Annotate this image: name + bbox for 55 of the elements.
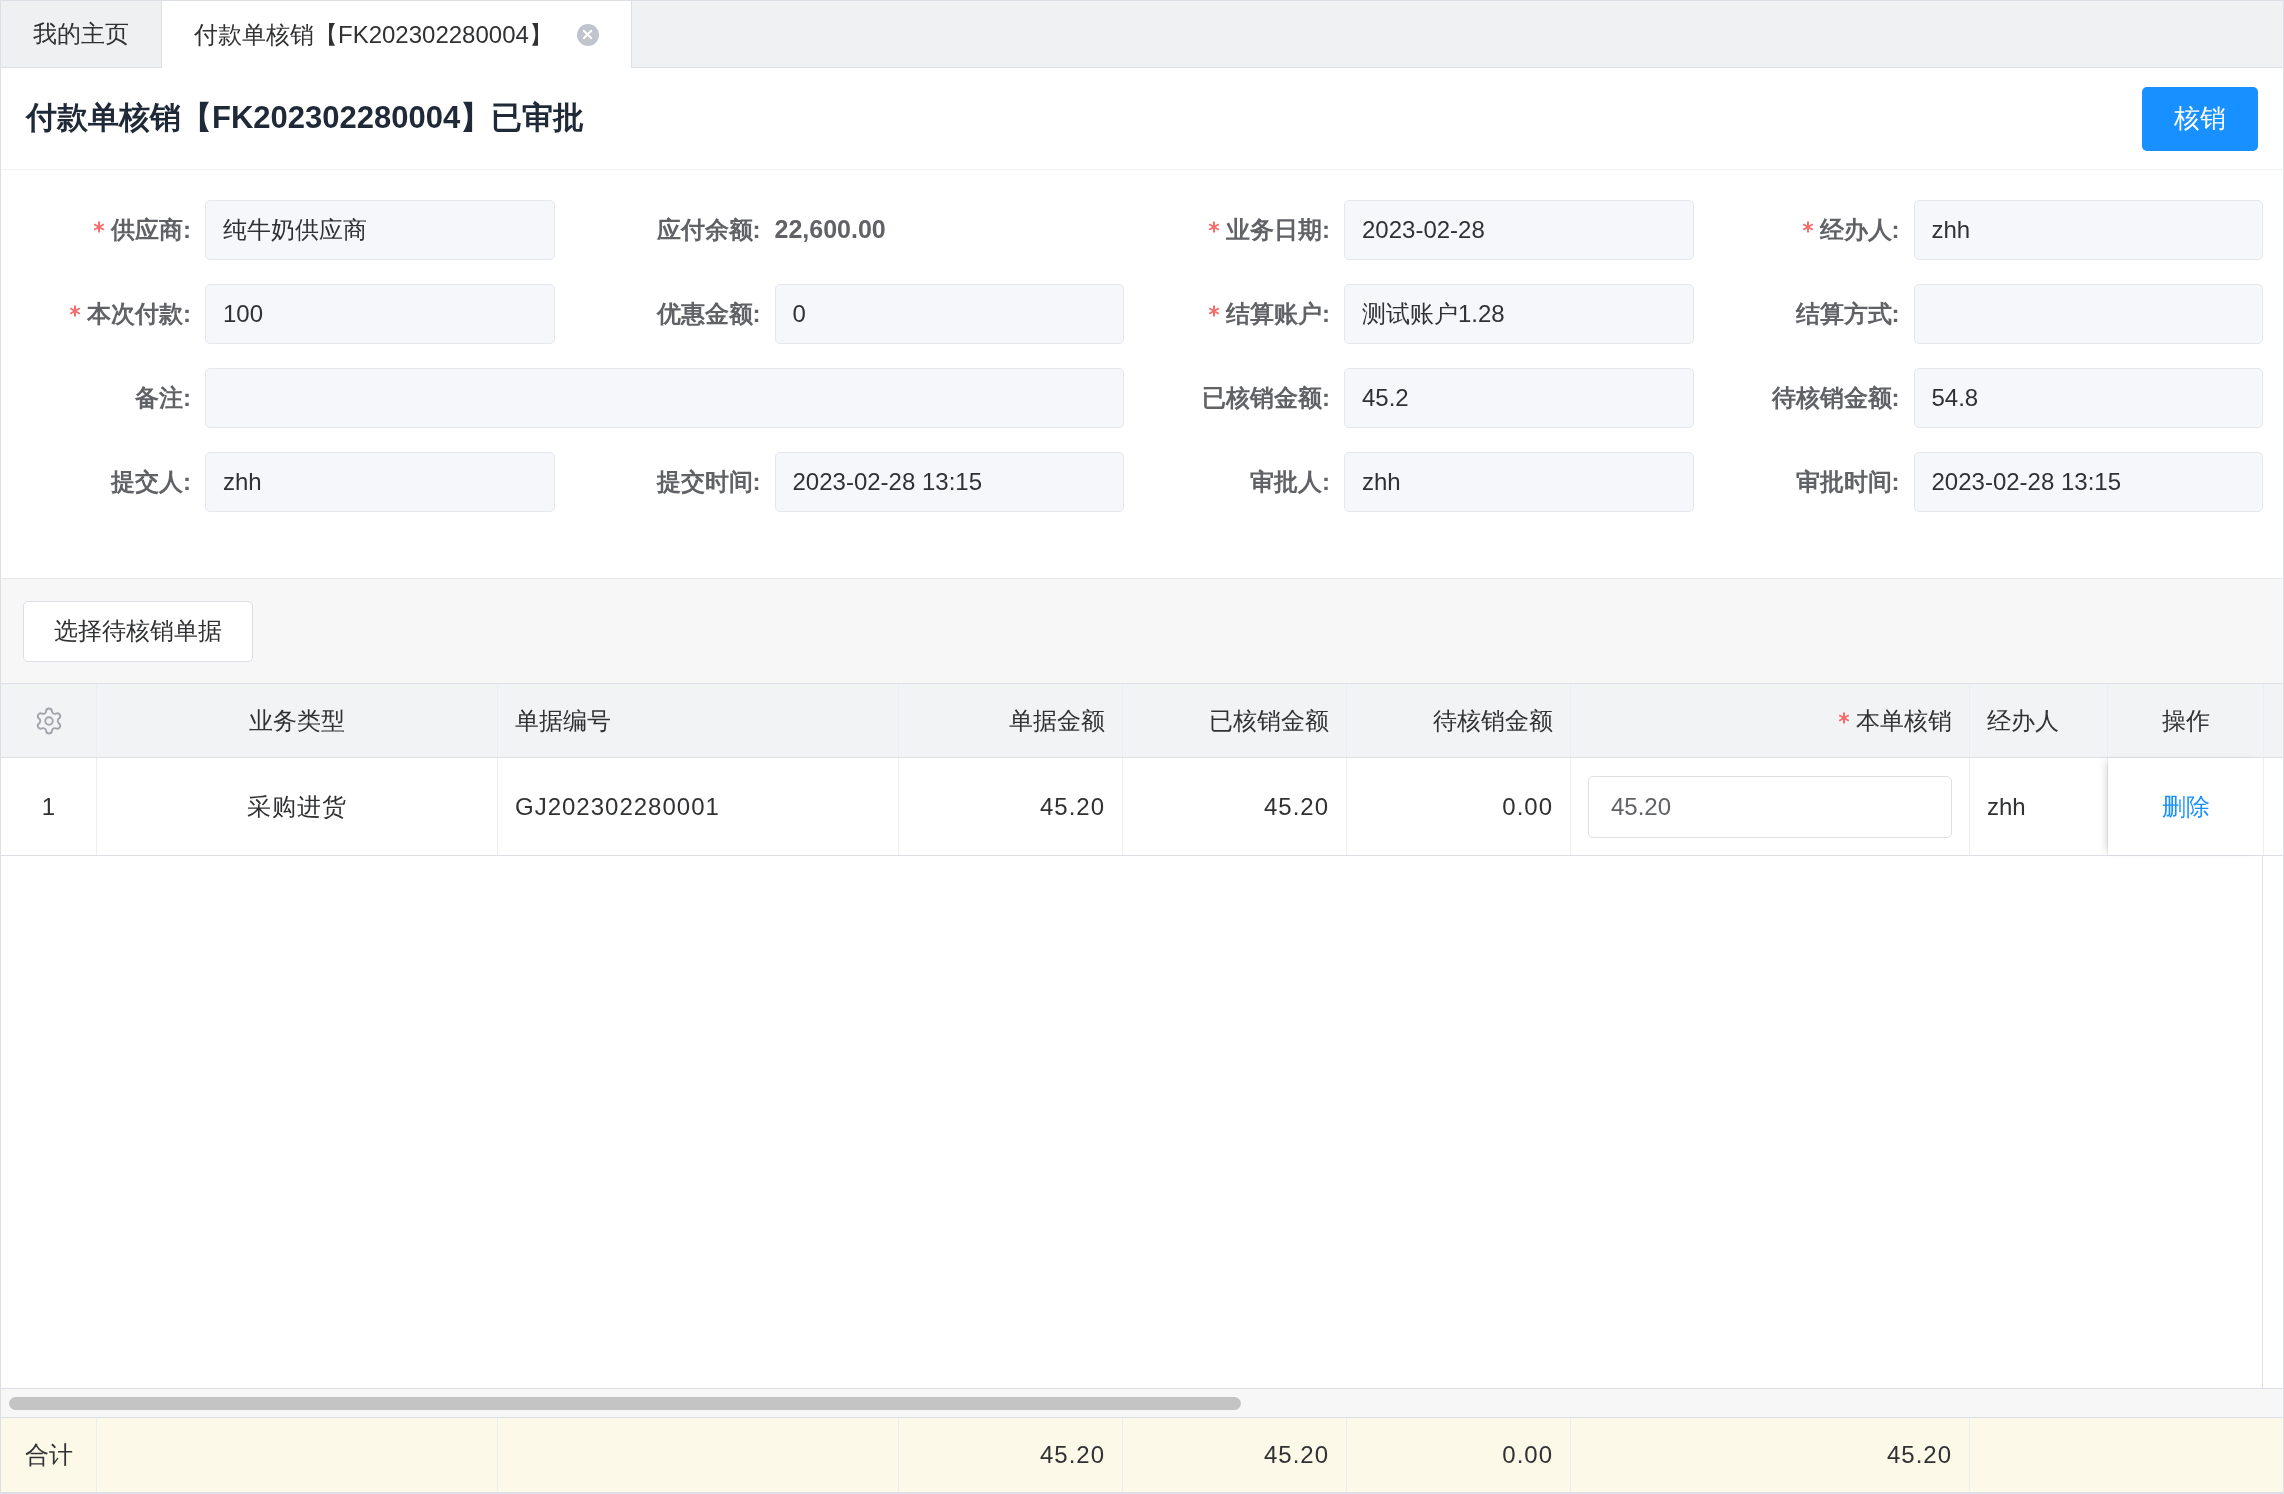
field-label: 提交时间: xyxy=(656,467,761,497)
page-title: 付款单核销【FK202302280004】已审批 xyxy=(26,99,585,138)
total-cell-text: 0.00 xyxy=(1502,1440,1553,1470)
table-cell-text: 采购进货 xyxy=(247,791,347,822)
total-cell-text: 45.20 xyxy=(1039,1440,1105,1470)
input-field[interactable]: 2023-02-28 13:15 xyxy=(774,452,1124,512)
column-header: 操作 xyxy=(2161,705,2210,736)
field-label: 本次付款: xyxy=(87,299,191,329)
column-header: 业务类型 xyxy=(249,705,345,736)
field-label: 优惠金额: xyxy=(656,299,761,329)
field-label: 业务日期: xyxy=(1226,215,1330,245)
input-field[interactable]: zhh xyxy=(1913,200,2263,260)
field-label: 备注: xyxy=(135,383,191,413)
table-cell-text: zhh xyxy=(1987,791,2026,822)
table-cell-text: 0.00 xyxy=(1502,791,1553,822)
field-label: 已核销金额: xyxy=(1202,383,1330,413)
field-label: 经办人: xyxy=(1819,215,1900,245)
column-header: 单据编号 xyxy=(515,705,611,736)
column-header: 本单核销 xyxy=(1856,705,1952,736)
column-header: 待核销金额 xyxy=(1433,705,1553,736)
field-label: 供应商: xyxy=(111,215,191,245)
field-label: 审批人: xyxy=(1250,467,1330,497)
table-cell-text: 45.20 xyxy=(1039,791,1105,822)
input-field[interactable]: 100 xyxy=(205,284,555,344)
select-documents-button[interactable]: 选择待核销单据 xyxy=(23,600,253,662)
input-field[interactable] xyxy=(205,368,1124,428)
field-label: 待核销金额: xyxy=(1771,383,1900,413)
input-field[interactable]: 纯牛奶供应商 xyxy=(205,200,555,260)
table-cell-text: GJ202302280001 xyxy=(515,791,720,822)
write-off-input[interactable]: 45.20 xyxy=(1588,775,1952,838)
field-label: 提交人: xyxy=(111,467,191,497)
input-field[interactable]: zhh xyxy=(1344,452,1694,512)
column-header: 经办人 xyxy=(1987,705,2059,736)
input-field[interactable]: 0 xyxy=(774,284,1124,344)
field-label: 结算方式: xyxy=(1795,299,1900,329)
input-field[interactable]: 54.8 xyxy=(1913,368,2263,428)
total-cell-text: 45.20 xyxy=(1263,1440,1329,1470)
input-field[interactable]: 2023-02-28 xyxy=(1344,200,1694,260)
input-field[interactable]: 45.2 xyxy=(1344,368,1694,428)
input-field[interactable]: 2023-02-28 13:15 xyxy=(1913,452,2263,512)
input-field[interactable] xyxy=(1913,284,2263,344)
total-label: 合计 xyxy=(24,1440,73,1470)
column-header: 已核销金额 xyxy=(1209,705,1329,736)
field-label: 审批时间: xyxy=(1795,467,1900,497)
input-field[interactable]: zhh xyxy=(205,452,555,512)
column-header: 单据金额 xyxy=(1009,705,1105,736)
tab[interactable]: 付款单核销【FK202302280004】 xyxy=(162,1,632,68)
field-label: 结算账户: xyxy=(1226,299,1330,329)
input-field[interactable]: 测试账户1.28 xyxy=(1344,284,1694,344)
table-cell-text: 45.20 xyxy=(1263,791,1329,822)
field-label: 应付余额: xyxy=(656,215,761,245)
total-cell-text: 45.20 xyxy=(1886,1440,1952,1470)
field-value: 22,600.00 xyxy=(774,214,886,246)
close-icon[interactable] xyxy=(576,23,599,46)
row-number: 1 xyxy=(41,791,56,822)
